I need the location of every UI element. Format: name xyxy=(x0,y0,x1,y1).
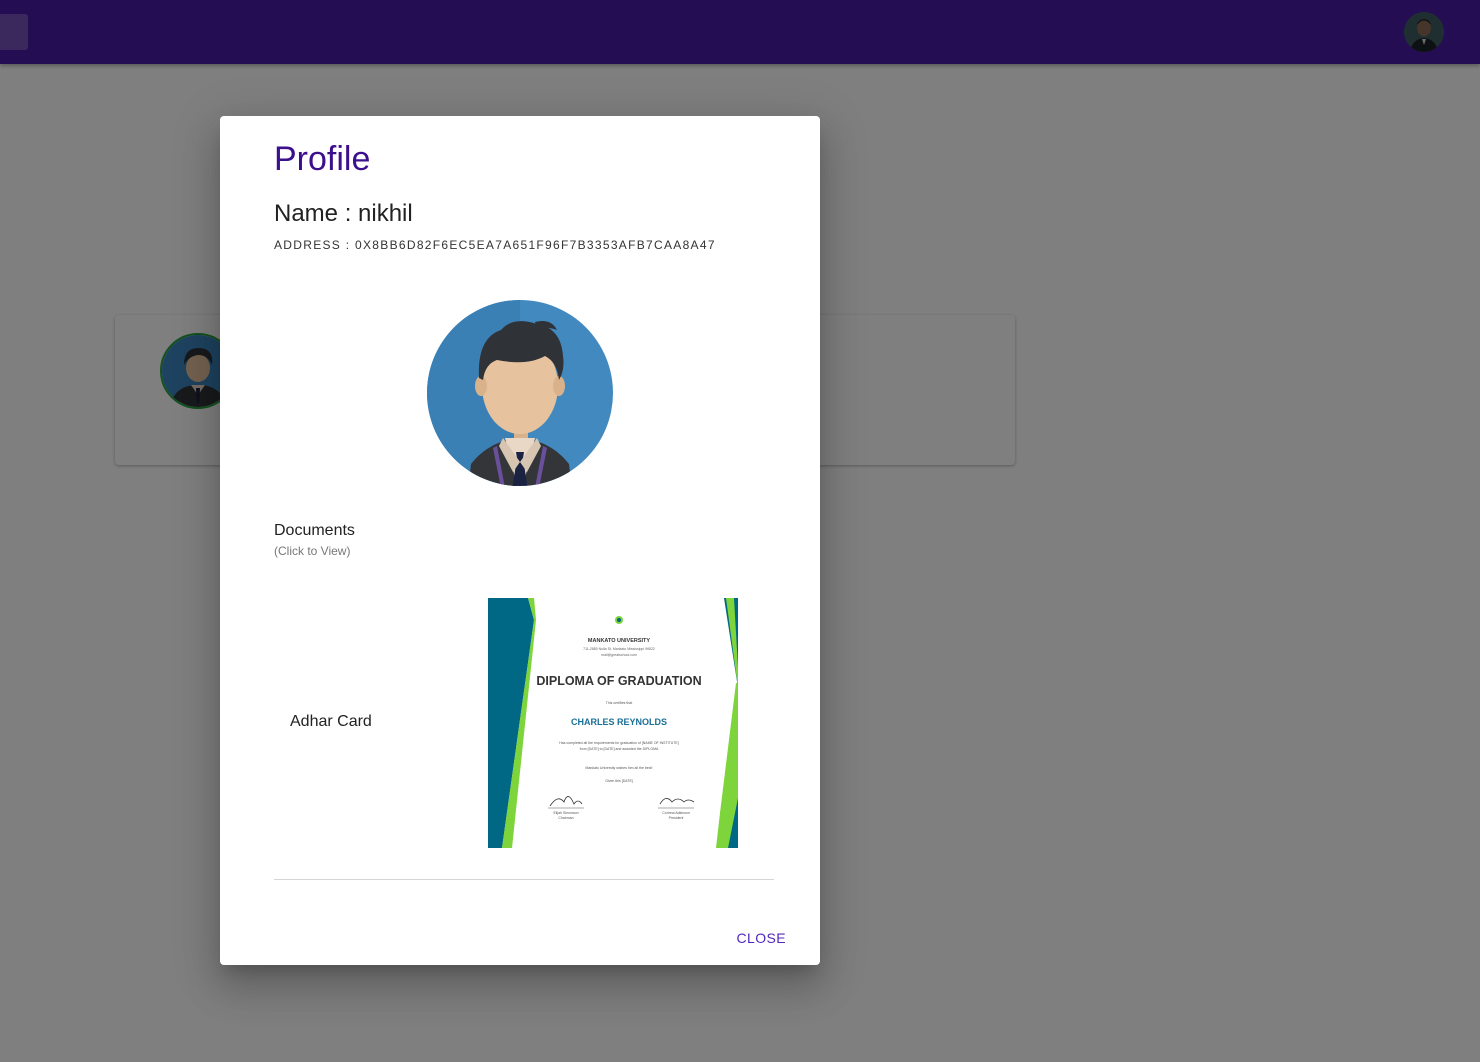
diploma-address: 711-2880 Nulla St. Mankato Mississippi 9… xyxy=(583,647,655,651)
document-thumbnail[interactable]: MANKATO UNIVERSITY 711-2880 Nulla St. Ma… xyxy=(488,598,738,848)
diploma-body-line2: from [DATE] to [DATE] and awarded the DI… xyxy=(580,747,659,751)
document-label: Adhar Card xyxy=(290,713,372,730)
diploma-image: MANKATO UNIVERSITY 711-2880 Nulla St. Ma… xyxy=(488,598,738,848)
profile-name: Name : nikhil xyxy=(274,200,413,227)
signer-left-role: Chairman xyxy=(558,816,573,820)
diploma-certifies: This certifies that xyxy=(606,701,632,705)
diploma-given-line: Given this [DATE] xyxy=(605,779,633,783)
diploma-email: mail@greatschool.com xyxy=(601,653,637,657)
diploma-recipient: CHARLES REYNOLDS xyxy=(571,717,667,727)
signer-left-name: Elijah Simonson xyxy=(553,811,578,815)
divider xyxy=(274,879,774,880)
profile-dialog: Profile Name : nikhil ADDRESS : 0X8BB6D8… xyxy=(220,116,820,965)
university-logo-icon xyxy=(615,616,623,624)
signer-right-role: President xyxy=(669,816,684,820)
documents-hint: (Click to View) xyxy=(274,544,351,558)
profile-picture xyxy=(427,300,613,498)
documents-heading: Documents xyxy=(274,522,355,539)
signer-right-name: Corinna Adkinson xyxy=(662,811,689,815)
diploma-wish-line: Mankato University wishes him all the be… xyxy=(586,766,653,770)
diploma-body-line1: Has completed all the requirements for g… xyxy=(559,741,678,745)
dialog-title: Profile xyxy=(274,140,371,178)
diploma-heading: DIPLOMA OF GRADUATION xyxy=(536,674,701,688)
diploma-institution: MANKATO UNIVERSITY xyxy=(588,638,650,644)
close-button[interactable]: CLOSE xyxy=(714,924,786,952)
person-avatar-icon xyxy=(427,300,613,486)
profile-address: ADDRESS : 0X8BB6D82F6EC5EA7A651F96F7B335… xyxy=(274,238,716,252)
